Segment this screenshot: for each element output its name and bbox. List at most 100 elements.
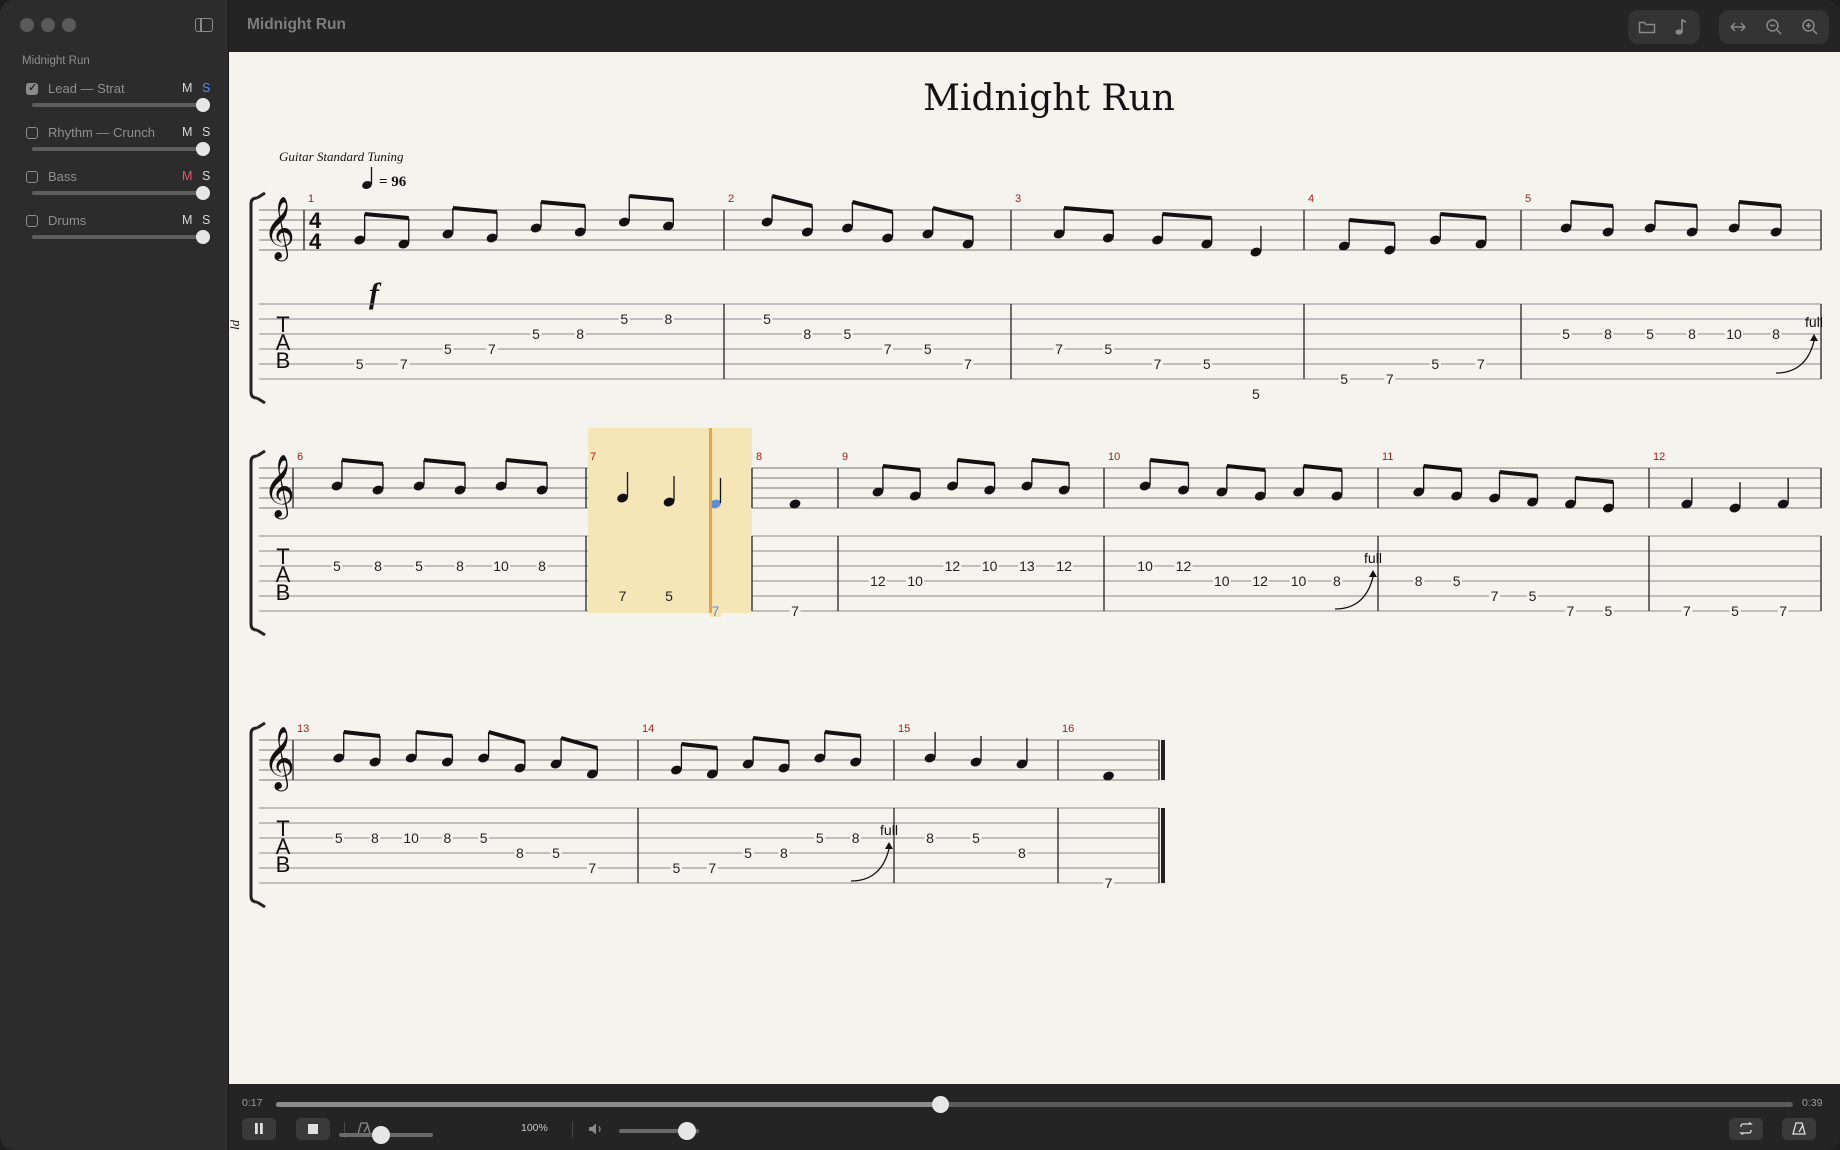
tab-fret-number: 5 [335,830,343,846]
zoom-window-button[interactable] [62,18,76,32]
track-volume-slider[interactable] [32,230,210,244]
tab-fret-number: 5 [816,830,824,846]
loop-button[interactable] [1729,1118,1763,1140]
note-beam [1162,212,1212,220]
track-visible-checkbox[interactable] [26,127,38,139]
track-visible-checkbox[interactable] [26,171,38,183]
note-beam [364,212,409,220]
note-beam [1149,458,1189,466]
app-window: Midnight Run Lead — Strat M S Rhythm — C… [0,0,1840,1150]
track-volume-slider[interactable] [32,186,210,200]
note-beam [957,458,995,466]
stop-button[interactable] [296,1118,330,1140]
track-volume-handle[interactable] [196,230,210,244]
tab-fret-number: 8 [1772,326,1780,342]
note-beam [1031,458,1070,466]
track-mute-button[interactable]: M [182,125,192,139]
music-note-icon [1675,18,1687,35]
tab-fret-number: 12 [1252,573,1268,589]
tab-fret-number: 5 [1646,326,1654,342]
track-volume-slider[interactable] [32,98,210,112]
track-settings-button[interactable] [1664,10,1698,44]
tab-fret-number: 8 [1604,326,1612,342]
sidebar-toggle-icon[interactable] [195,18,213,32]
note-beam [1575,476,1614,484]
track-solo-button[interactable]: S [202,81,210,95]
fit-width-button[interactable] [1721,10,1755,44]
score-view[interactable]: Midnight Run Guitar Standard Tuning = 96… [227,52,1840,1084]
zoom-in-button[interactable] [1793,10,1827,44]
note-beam [1063,206,1114,214]
track-volume-handle[interactable] [196,98,210,112]
tab-fret-number: 7 [1055,341,1063,357]
track-volume-handle[interactable] [196,142,210,156]
tab-fret-number: 12 [1176,558,1192,574]
tab-fret-number: 10 [982,558,998,574]
playback-progress-slider[interactable] [276,1096,1793,1113]
tab-fret-number: 7 [1105,875,1113,891]
tab-fret-number: 5 [333,558,341,574]
minimize-window-button[interactable] [41,18,55,32]
tab-fret-number: 5 [1431,356,1439,372]
track-mute-button[interactable]: M [182,81,192,95]
treble-clef-icon: 𝄞 [263,728,295,792]
track-solo-button[interactable]: S [202,169,210,183]
track-row-lead[interactable]: Lead — Strat M S [0,79,228,123]
zoom-out-button[interactable] [1757,10,1791,44]
measure-number: 1 [308,193,314,205]
track-name: Rhythm — Crunch [48,125,155,140]
tab-fret-number: 8 [538,558,546,574]
track-row-rhythm[interactable]: Rhythm — Crunch M S [0,123,228,167]
track-visible-checkbox[interactable] [26,215,38,227]
systems-layer: 𝄞 44TAB15 75 75 85 8258 57 5737 57 5545 75 755 8 5 8 10… [249,191,1823,909]
tab-fret-number: 7 [884,341,892,357]
track-mute-button[interactable]: M [182,169,192,183]
count-in-button[interactable] [1782,1118,1816,1140]
tab-fret-number: 8 [803,326,811,342]
bend-label: full [1805,314,1823,330]
elapsed-time: 0:17 [242,1097,263,1109]
tab-fret-number: 7 [712,603,720,619]
track-row-drums[interactable]: Drums M S [0,211,228,255]
tab-fret-number: 5 [924,341,932,357]
master-volume-handle[interactable] [678,1122,696,1140]
tab-fret-number: 10 [403,830,419,846]
open-file-button[interactable] [1630,10,1664,44]
tab-fret-number: 5 [415,558,423,574]
volume-icon[interactable] [588,1122,604,1136]
track-abbreviation: ld [229,319,242,330]
track-mute-button[interactable]: M [182,213,192,227]
score-canvas[interactable]: Midnight Run Guitar Standard Tuning = 96… [227,52,1840,1084]
note-beam [1738,200,1782,208]
speed-slider[interactable] [339,1126,433,1144]
note-beam [452,206,498,214]
note-beam [882,464,921,472]
time-signature-bottom: 4 [309,229,322,254]
track-volume-handle[interactable] [196,186,210,200]
tab-fret-number: 8 [1333,573,1341,589]
tab-fret-number: 5 [844,326,852,342]
master-volume-slider[interactable] [619,1122,699,1140]
score-system: 𝄞TAB135 8 10 8 58 57145 75 85 8158 58167 [249,721,1165,909]
tab-fret-number: 7 [791,603,799,619]
tab-fret-number: 5 [763,311,771,327]
note-beam [1499,470,1538,478]
tab-fret-number: 5 [673,860,681,876]
speed-handle[interactable] [372,1126,391,1144]
fit-width-icon [1730,22,1746,32]
track-visible-checkbox[interactable] [26,81,38,95]
track-solo-button[interactable]: S [202,213,210,227]
tab-fret-number: 5 [1340,371,1348,387]
track-name: Drums [48,213,87,228]
tab-fret-number: 10 [1726,326,1742,342]
tab-fret-number: 5 [1104,341,1112,357]
tab-fret-number: 5 [1562,326,1570,342]
track-row-bass[interactable]: Bass M S [0,167,228,211]
progress-handle[interactable] [932,1096,950,1113]
tab-fret-number: 7 [488,341,496,357]
close-window-button[interactable] [20,18,34,32]
track-solo-button[interactable]: S [202,125,210,139]
pause-button[interactable] [242,1118,276,1140]
tab-clef-letter: B [276,348,291,373]
track-volume-slider[interactable] [32,142,210,156]
